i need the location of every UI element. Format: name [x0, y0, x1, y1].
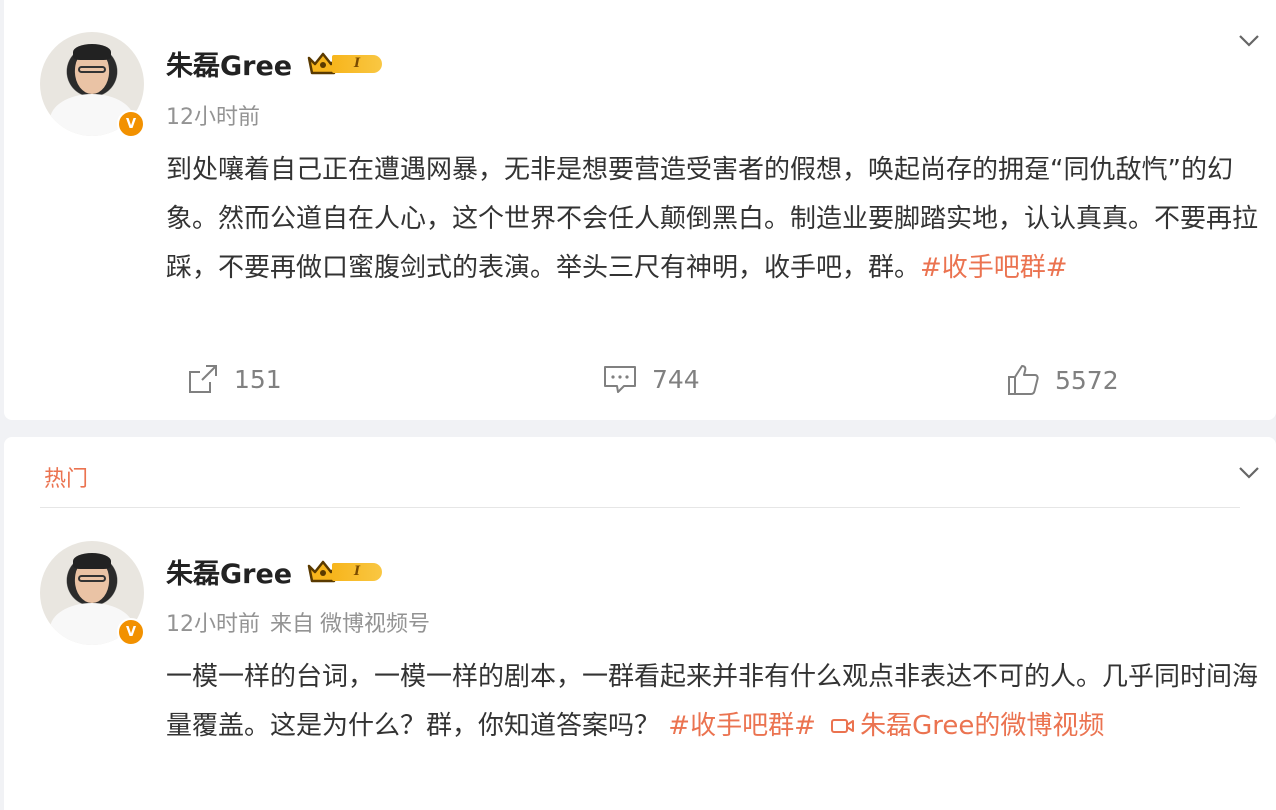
- post-meta: 12小时前 来自 微博视频号: [166, 606, 440, 638]
- thumbs-up-icon: [1008, 365, 1039, 395]
- hashtag-link[interactable]: #收手吧群#: [668, 711, 816, 741]
- like-count: 5572: [1055, 365, 1119, 395]
- post-source[interactable]: 微博视频号: [320, 612, 430, 637]
- post-time[interactable]: 12小时前: [166, 105, 260, 130]
- hashtag-link[interactable]: #收手吧群#: [920, 253, 1068, 283]
- repost-count: 151: [234, 364, 282, 394]
- verified-badge-icon: V: [117, 618, 145, 646]
- vip-level: I: [332, 55, 382, 73]
- comment-button[interactable]: 744: [602, 362, 700, 396]
- author-name[interactable]: 朱磊Gree: [166, 44, 292, 83]
- video-camera-icon: [831, 719, 855, 733]
- author-name[interactable]: 朱磊Gree: [166, 552, 292, 591]
- video-link-label: 朱磊Gree的微博视频: [860, 711, 1105, 741]
- vip-badge-icon[interactable]: I: [306, 558, 386, 584]
- vip-badge-icon[interactable]: I: [306, 50, 386, 76]
- verified-badge-icon: V: [117, 110, 145, 138]
- video-link[interactable]: 朱磊Gree的微博视频: [824, 711, 1104, 741]
- chevron-down-icon[interactable]: [1238, 466, 1260, 480]
- repost-button[interactable]: 151: [186, 362, 282, 396]
- divider: [40, 507, 1240, 508]
- post-text: 一模一样的台词，一模一样的剧本，一群看起来并非有什么观点非表达不可的人。几乎同时…: [166, 653, 1266, 751]
- post-body: 到处嚷着自己正在遭遇网暴，无非是想要营造受害者的假想，唤起尚存的拥趸“同仇敌忾”…: [166, 155, 1259, 283]
- like-button[interactable]: 5572: [1005, 362, 1119, 398]
- comment-icon: [604, 366, 636, 393]
- section-label-hot: 热门: [44, 467, 89, 492]
- source-prefix: 来自: [270, 612, 315, 637]
- comment-count: 744: [652, 364, 700, 394]
- post-text: 到处嚷着自己正在遭遇网暴，无非是想要营造受害者的假想，唤起尚存的拥趸“同仇敌忾”…: [166, 146, 1266, 293]
- vip-level: I: [332, 563, 382, 581]
- post-time[interactable]: 12小时前: [166, 612, 260, 637]
- post-meta: 12小时前: [166, 99, 270, 131]
- repost-icon: [189, 365, 217, 393]
- chevron-down-icon[interactable]: [1238, 34, 1260, 48]
